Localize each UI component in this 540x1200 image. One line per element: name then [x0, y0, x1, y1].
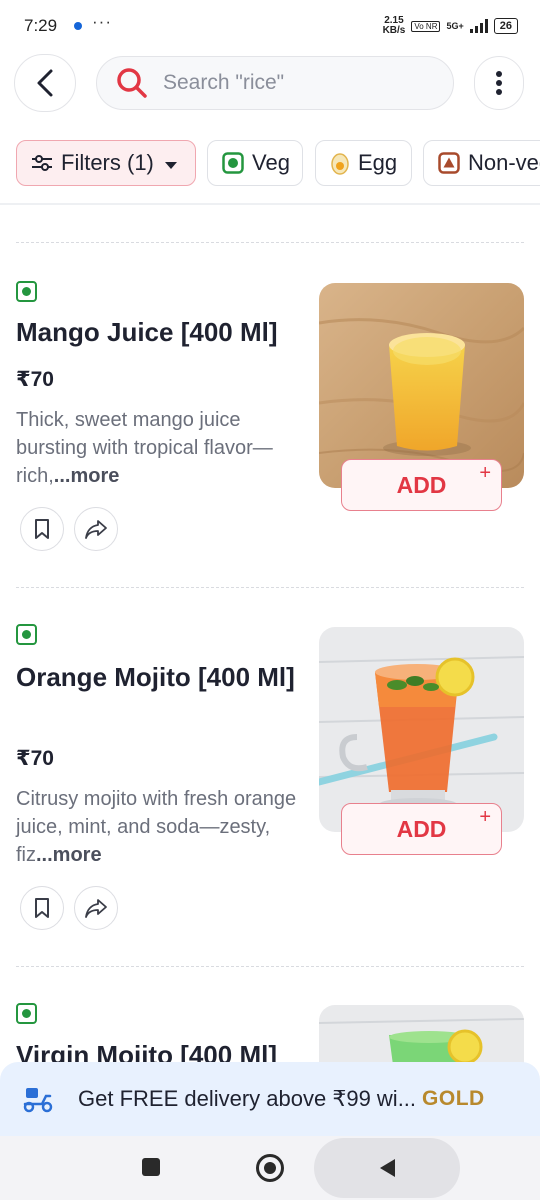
nav-back-button[interactable]	[314, 1138, 460, 1198]
item-description: Citrusy mojito with fresh orange juice, …	[16, 785, 311, 869]
free-delivery-banner[interactable]: Get FREE delivery above ₹99 wi... GOLD	[0, 1062, 540, 1136]
signal-icon	[469, 19, 488, 33]
share-icon	[85, 520, 107, 539]
back-triangle-icon	[380, 1159, 395, 1177]
veg-indicator-icon	[16, 281, 37, 302]
network-type: 5G+	[446, 20, 464, 31]
nonveg-chip-label: Non-veg	[468, 150, 540, 175]
veg-indicator-icon	[16, 1003, 37, 1024]
filters-chip[interactable]: Filters (1)	[16, 140, 196, 186]
item-divider	[16, 587, 524, 588]
plus-icon: +	[479, 462, 491, 484]
delivery-scooter-icon	[22, 1084, 54, 1114]
item-name: Orange Mojito [400 Ml]	[16, 662, 295, 692]
header-divider	[0, 203, 540, 205]
plus-icon: +	[479, 806, 491, 828]
veg-icon	[222, 152, 244, 174]
filters-chip-label: Filters (1)	[61, 150, 154, 175]
veg-indicator-icon	[16, 624, 37, 645]
status-more: ···	[92, 12, 112, 31]
home-icon[interactable]	[256, 1154, 284, 1182]
recent-apps-icon[interactable]	[142, 1158, 160, 1176]
filter-chips: Filters (1) Veg Egg Non-veg	[0, 138, 540, 188]
back-button[interactable]	[14, 54, 76, 112]
bookmark-button[interactable]	[20, 507, 64, 551]
gold-badge: GOLD	[422, 1087, 485, 1110]
status-indicators: 2.15 KB/s Vo NR 5G+ 26	[383, 16, 518, 36]
more-link[interactable]: ...more	[36, 844, 102, 866]
veg-chip-label: Veg	[252, 150, 290, 175]
item-price: ₹70	[16, 368, 54, 391]
search-placeholder: Search "rice"	[163, 71, 285, 94]
banner-text: Get FREE delivery above ₹99 wi...	[78, 1086, 417, 1111]
nonveg-chip[interactable]: Non-veg	[423, 140, 540, 186]
egg-chip[interactable]: Egg	[315, 140, 412, 186]
share-button[interactable]	[74, 507, 118, 551]
share-icon	[85, 899, 107, 918]
add-button[interactable]: ADD +	[341, 803, 502, 855]
notification-dot-icon	[74, 22, 82, 30]
item-photo-virgin-mojito[interactable]	[319, 1005, 524, 1065]
item-price: ₹70	[16, 747, 54, 770]
item-divider	[16, 242, 524, 243]
item-photo-orange-mojito[interactable]	[319, 627, 524, 832]
network-speed: 2.15 KB/s	[383, 16, 406, 36]
more-link[interactable]: ...more	[54, 465, 120, 487]
bookmark-icon	[35, 519, 49, 539]
item-photo-mango-juice[interactable]	[319, 283, 524, 488]
caret-down-icon	[164, 150, 178, 176]
add-button-label: ADD	[396, 815, 447, 842]
nonveg-icon	[438, 152, 460, 174]
system-nav-bar	[0, 1136, 540, 1200]
item-description: Thick, sweet mango juice bursting with t…	[16, 406, 311, 490]
bookmark-icon	[35, 898, 49, 918]
item-name: Mango Juice [400 Ml]	[16, 317, 278, 347]
status-bar: 7:29 ··· 2.15 KB/s Vo NR 5G+ 26	[0, 0, 540, 52]
search-icon	[115, 66, 149, 100]
more-options-button[interactable]	[474, 56, 524, 110]
battery-icon: 26	[493, 18, 518, 34]
volte-badge: Vo NR	[411, 20, 441, 32]
veg-chip[interactable]: Veg	[207, 140, 303, 186]
bookmark-button[interactable]	[20, 886, 64, 930]
search-input[interactable]: Search "rice"	[96, 56, 454, 110]
network-speed-unit: KB/s	[382, 25, 406, 36]
sliders-icon	[31, 153, 53, 173]
kebab-menu-icon	[496, 71, 502, 95]
add-button-label: ADD	[396, 471, 447, 498]
egg-chip-label: Egg	[358, 150, 398, 175]
egg-icon	[330, 151, 350, 175]
status-time: 7:29	[24, 16, 58, 35]
back-arrow-icon	[37, 69, 53, 97]
item-divider	[16, 966, 524, 967]
add-button[interactable]: ADD +	[341, 459, 502, 511]
share-button[interactable]	[74, 886, 118, 930]
